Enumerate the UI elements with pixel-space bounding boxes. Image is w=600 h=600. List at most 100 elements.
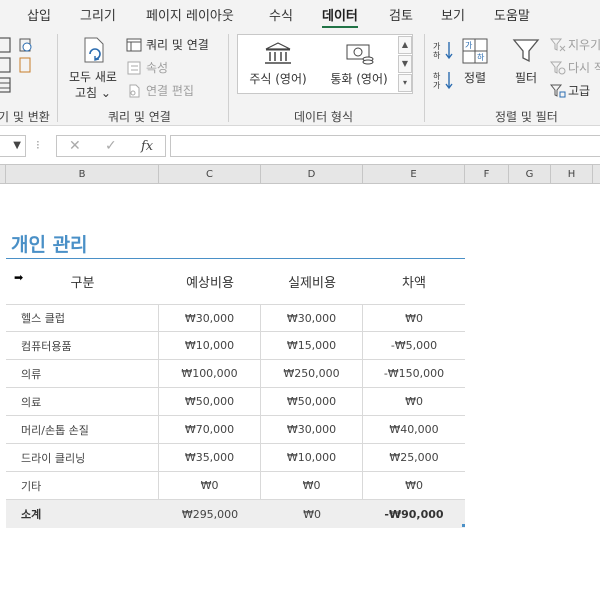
formula-buttons: ✕ ✓ fx	[56, 135, 166, 157]
column-header-h[interactable]: H	[551, 165, 593, 184]
cell-actual[interactable]: ₩250,000	[261, 360, 363, 387]
insert-function-button[interactable]: fx	[141, 139, 153, 154]
resize-handle[interactable]	[462, 524, 465, 527]
cell-category[interactable]: 의류	[6, 360, 159, 387]
total-actual[interactable]: ₩0	[261, 500, 363, 528]
cell-diff[interactable]: -₩150,000	[363, 360, 465, 387]
cell-expected[interactable]: ₩35,000	[159, 444, 261, 471]
cell-diff[interactable]: ₩25,000	[363, 444, 465, 471]
total-row: 소계 ₩295,000 ₩0 -₩90,000	[6, 500, 465, 528]
table-header-row: 구분 예상비용 실제비용 차액	[6, 259, 465, 304]
cell-diff[interactable]: ₩40,000	[363, 416, 465, 443]
cell-category[interactable]: 기타	[6, 472, 159, 499]
cancel-icon[interactable]: ✕	[69, 138, 81, 154]
cell-diff[interactable]: ₩0	[363, 388, 465, 415]
currency-icon	[346, 44, 374, 65]
cell-actual[interactable]: ₩15,000	[261, 332, 363, 359]
svg-text:하: 하	[477, 52, 485, 62]
formula-input[interactable]	[170, 135, 600, 157]
tab-data[interactable]: 데이터	[322, 5, 358, 29]
column-header-bar: B C D E F G H	[0, 164, 600, 184]
header-diff[interactable]: 차액	[363, 259, 465, 304]
cell-category[interactable]: 헬스 클럽	[6, 305, 159, 331]
cell-actual[interactable]: ₩50,000	[261, 388, 363, 415]
cell-category[interactable]: 머리/손톱 손질	[6, 416, 159, 443]
cell-category[interactable]: 의료	[6, 388, 159, 415]
tab-formulas[interactable]: 수식	[269, 5, 293, 24]
data-types-gallery: 주식 (영어) 통화 (영어)	[237, 34, 413, 94]
edit-links-label: 연결 편집	[146, 84, 194, 98]
gallery-scroll-down[interactable]: ▼	[398, 55, 412, 73]
refresh-all-label-2: 고침 ⌄	[75, 86, 111, 100]
reapply-icon	[550, 61, 566, 74]
edit-links-button[interactable]: 연결 편집	[126, 82, 194, 99]
cell-expected[interactable]: ₩70,000	[159, 416, 261, 443]
currencies-data-type[interactable]: 통화 (영어)	[324, 41, 394, 87]
tab-help[interactable]: 도움말	[494, 5, 530, 24]
total-label[interactable]: 소계	[6, 500, 159, 528]
svg-text:가: 가	[465, 41, 473, 50]
cell-actual[interactable]: ₩30,000	[261, 416, 363, 443]
total-diff[interactable]: -₩90,000	[363, 500, 465, 528]
filter-button[interactable]: 필터	[509, 36, 543, 86]
cell-actual[interactable]: ₩30,000	[261, 305, 363, 331]
column-header-c[interactable]: C	[159, 165, 261, 184]
total-expected[interactable]: ₩295,000	[159, 500, 261, 528]
column-header-d[interactable]: D	[261, 165, 363, 184]
tab-view[interactable]: 보기	[441, 5, 465, 24]
sort-descending-button[interactable]: 하 가	[432, 70, 454, 93]
header-actual[interactable]: 실제비용	[261, 259, 363, 304]
cell-expected[interactable]: ₩10,000	[159, 332, 261, 359]
column-header-e[interactable]: E	[363, 165, 465, 184]
cell-expected[interactable]: ₩0	[159, 472, 261, 499]
bank-icon	[265, 42, 291, 64]
refresh-all-label-1: 모두 새로	[69, 70, 117, 84]
clear-filter-button[interactable]: 지우기	[550, 36, 600, 53]
column-header-g[interactable]: G	[509, 165, 551, 184]
ribbon-tab-bar: 삽입 그리기 페이지 레이아웃 수식 데이터 검토 보기 도움말	[0, 0, 600, 29]
gallery-more[interactable]: ▾	[398, 74, 412, 92]
cell-diff[interactable]: ₩0	[363, 472, 465, 499]
stocks-data-type[interactable]: 주식 (영어)	[246, 41, 310, 87]
cell-expected[interactable]: ₩100,000	[159, 360, 261, 387]
cell-diff[interactable]: -₩5,000	[363, 332, 465, 359]
svg-text:하: 하	[433, 71, 441, 81]
sheet-title[interactable]: 개인 관리	[11, 230, 88, 257]
refresh-icon	[84, 37, 104, 63]
tab-page-layout[interactable]: 페이지 레이아웃	[146, 5, 234, 24]
gallery-scroll-up[interactable]: ▲	[398, 36, 412, 54]
clear-filter-icon	[550, 38, 566, 51]
header-expected[interactable]: 예상비용	[159, 259, 261, 304]
tab-draw[interactable]: 그리기	[80, 5, 116, 24]
reapply-label: 다시 적	[568, 61, 600, 75]
cell-expected[interactable]: ₩30,000	[159, 305, 261, 331]
cell-diff[interactable]: ₩0	[363, 305, 465, 331]
cell-category[interactable]: 드라이 클리닝	[6, 444, 159, 471]
formula-bar-grip[interactable]: ⁝	[36, 138, 40, 152]
name-box-dropdown[interactable]: ▼	[0, 135, 26, 157]
cell-actual[interactable]: ₩0	[261, 472, 363, 499]
cell-category[interactable]: 컴퓨터용품	[6, 332, 159, 359]
column-header-f[interactable]: F	[465, 165, 509, 184]
get-data-icons[interactable]	[0, 36, 36, 99]
group-label-data-types: 데이터 형식	[294, 110, 354, 124]
table-row: 의류 ₩100,000 ₩250,000 -₩150,000	[6, 360, 465, 388]
cell-expected[interactable]: ₩50,000	[159, 388, 261, 415]
cell-actual[interactable]: ₩10,000	[261, 444, 363, 471]
enter-icon[interactable]: ✓	[105, 138, 117, 154]
reapply-button[interactable]: 다시 적	[550, 59, 600, 76]
column-header-b[interactable]: B	[6, 165, 159, 184]
header-category[interactable]: 구분	[6, 259, 159, 304]
properties-button[interactable]: 속성	[126, 59, 168, 76]
tab-insert[interactable]: 삽입	[27, 5, 51, 24]
clear-filter-label: 지우기	[568, 38, 600, 52]
sort-button[interactable]: 가 하 정렬	[458, 36, 492, 86]
tab-review[interactable]: 검토	[389, 5, 413, 24]
advanced-filter-button[interactable]: 고급	[550, 82, 590, 99]
table-row: 헬스 클럽 ₩30,000 ₩30,000 ₩0	[6, 304, 465, 332]
sort-ascending-button[interactable]: 가 하	[432, 40, 454, 63]
edit-links-icon	[129, 84, 140, 97]
queries-connections-button[interactable]: 쿼리 및 연결	[126, 36, 209, 53]
svg-text:가: 가	[433, 42, 441, 51]
refresh-all-button[interactable]: 모두 새로 고침 ⌄	[64, 34, 122, 101]
